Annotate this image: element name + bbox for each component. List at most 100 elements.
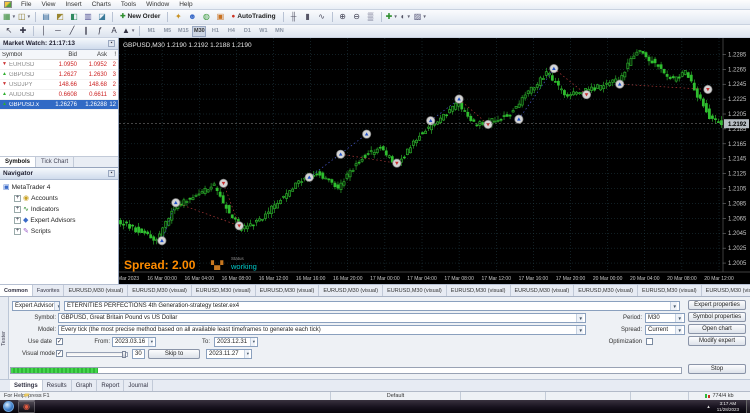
symbol-combo[interactable]: GBPUSD, Great Britain Pound vs US Dollar… bbox=[58, 313, 586, 323]
tester-tab-report[interactable]: Report bbox=[97, 380, 125, 391]
navigator-item-indicators[interactable]: + ∿ Indicators bbox=[14, 204, 118, 215]
data-window-button[interactable]: ◩ bbox=[53, 11, 67, 24]
menu-tools[interactable]: Tools bbox=[116, 0, 141, 9]
menu-help[interactable]: Help bbox=[174, 0, 197, 9]
chart-tab-4[interactable]: EURUSD,M30 (visual) bbox=[256, 285, 320, 296]
expert-properties-button[interactable]: Expert properties bbox=[688, 300, 746, 310]
channel-button[interactable]: ∥ bbox=[79, 25, 93, 38]
vertical-line-button[interactable]: │ bbox=[37, 25, 51, 38]
market-watch-tab-tick-chart[interactable]: Tick Chart bbox=[36, 157, 75, 167]
taskbar-clock[interactable]: 3:17 AM 11/28/2023 bbox=[713, 401, 743, 412]
expand-icon[interactable]: + bbox=[14, 195, 21, 202]
zoom-in-button[interactable]: ⊕ bbox=[336, 11, 350, 24]
line-chart-button[interactable]: ∿ bbox=[315, 11, 329, 24]
tray-expand-icon[interactable]: ▴ bbox=[707, 404, 710, 410]
chart-tab-9[interactable]: EURUSD,M30 (visual) bbox=[574, 285, 638, 296]
ea-type-select[interactable]: Expert Advisor▼ bbox=[12, 301, 60, 311]
new-chart-button[interactable]: ▦ ▼ bbox=[2, 11, 17, 24]
tester-tab-settings[interactable]: Settings bbox=[10, 380, 43, 391]
menu-file[interactable]: File bbox=[16, 0, 36, 9]
timeframe-h1[interactable]: H1 bbox=[208, 26, 222, 37]
metaeditor-button[interactable]: ✦ bbox=[171, 11, 185, 24]
navigator-tab-favorites[interactable]: Favorites bbox=[33, 285, 65, 296]
navigator-tab-common[interactable]: Common bbox=[0, 285, 33, 296]
autotrading-button[interactable]: ● AutoTrading bbox=[227, 11, 279, 24]
navigator-item-expert-advisors[interactable]: + ◆ Expert Advisors bbox=[14, 215, 118, 226]
chart-tab-6[interactable]: EURUSD,M30 (visual) bbox=[383, 285, 447, 296]
market-watch-row-audusd[interactable]: ▲ AUDUSD 0.6608 0.6611 3 bbox=[0, 90, 118, 100]
expand-icon[interactable]: + bbox=[14, 206, 21, 213]
period-combo[interactable]: M30 ▼ bbox=[645, 313, 685, 323]
panel-menu-icon[interactable]: ▪ bbox=[108, 170, 115, 177]
chart-window[interactable]: 1.2285 1.2265 1.2245 1.2225 1.2205 1.2185 1.21… bbox=[119, 38, 750, 284]
expand-icon[interactable]: + bbox=[14, 217, 21, 224]
column-symbol[interactable]: Symbol bbox=[0, 52, 46, 58]
navigator-root[interactable]: ▣ MetaTrader 4 bbox=[3, 182, 118, 193]
chart-tab-10[interactable]: EURUSD,M30 (visual) bbox=[638, 285, 702, 296]
chart-tab-11[interactable]: EURUSD,M30 (visual) bbox=[702, 285, 750, 296]
visual-speed-slider[interactable] bbox=[66, 351, 128, 358]
timeframe-d1[interactable]: D1 bbox=[240, 26, 254, 37]
text-button[interactable]: A bbox=[107, 25, 121, 38]
stop-button[interactable]: Stop bbox=[688, 364, 746, 374]
chart-tab-1[interactable]: EURUSD,M30 (visual) bbox=[64, 285, 129, 296]
skip-to-button[interactable]: Skip to bbox=[148, 349, 200, 359]
chart-tab-3[interactable]: EURUSD,M30 (visual) bbox=[192, 285, 256, 296]
horizontal-line-button[interactable]: ─ bbox=[51, 25, 65, 38]
profile-indicator[interactable]: Default bbox=[330, 392, 460, 400]
market-watch-row-usdjpy[interactable]: ▼ USDJPY 148.66 148.68 2 bbox=[0, 80, 118, 90]
bar-chart-button[interactable]: ╫ bbox=[287, 11, 301, 24]
visual-speed-value[interactable]: 30 bbox=[132, 349, 145, 359]
expand-icon[interactable]: + bbox=[14, 228, 21, 235]
navigator-item-scripts[interactable]: + ✎ Scripts bbox=[14, 226, 118, 237]
slider-thumb[interactable] bbox=[122, 351, 126, 358]
chart-tab-8[interactable]: EURUSD,M30 (visual) bbox=[511, 285, 575, 296]
tester-tab-journal[interactable]: Journal bbox=[124, 380, 154, 391]
cursor-button[interactable]: ↖ bbox=[2, 25, 16, 38]
column-ask[interactable]: Ask bbox=[77, 52, 107, 58]
from-date-field[interactable]: 2023.03.16 ▾ bbox=[112, 337, 156, 347]
timeframe-m30[interactable]: M30 bbox=[192, 25, 207, 37]
column-bid[interactable]: Bid bbox=[46, 52, 77, 58]
column-bang[interactable]: ! bbox=[107, 52, 117, 58]
trendline-button[interactable]: ╱ bbox=[65, 25, 79, 38]
use-date-checkbox[interactable]: ✓ bbox=[56, 338, 63, 345]
periods-button[interactable]: ◐ ▼ bbox=[399, 11, 413, 24]
expert-advisor-combo[interactable]: ETERNITIES PERFECTIONS 4th Generation-st… bbox=[64, 301, 680, 311]
menu-window[interactable]: Window bbox=[141, 0, 174, 9]
terminal-button[interactable]: ▥ bbox=[81, 11, 95, 24]
chart-tab-5[interactable]: EURUSD,M30 (visual) bbox=[319, 285, 384, 296]
to-date-field[interactable]: 2023.12.31 ▾ bbox=[214, 337, 258, 347]
market-watch-button[interactable]: ▤ bbox=[39, 11, 53, 24]
start-button[interactable] bbox=[3, 401, 14, 412]
chart-tab-7[interactable]: EURUSD,M30 (visual) bbox=[447, 285, 511, 296]
chart-tab-2[interactable]: EURUSD,M30 (visual) bbox=[128, 285, 192, 296]
market-watch-row-gbpusd.x[interactable]: ▲ GBPUSD.x 1.26276 1.26288 12 bbox=[0, 100, 118, 110]
symbol-properties-button[interactable]: Symbol properties bbox=[688, 312, 746, 322]
templates-button[interactable]: ▨ ▼ bbox=[413, 11, 428, 24]
spread-combo[interactable]: Current ▼ bbox=[645, 325, 685, 335]
market-button[interactable]: ▣ bbox=[213, 11, 227, 24]
show-desktop-button[interactable] bbox=[746, 400, 750, 413]
timeframe-mn[interactable]: MN bbox=[272, 26, 286, 37]
taskbar-chrome-icon[interactable]: ◉ bbox=[18, 400, 35, 413]
navigator-item-accounts[interactable]: + ◉ Accounts bbox=[14, 193, 118, 204]
new-order-button[interactable]: ✚ New Order bbox=[116, 11, 164, 24]
experts-button[interactable]: ☻ bbox=[185, 11, 199, 24]
tester-tab-results[interactable]: Results bbox=[43, 380, 72, 391]
timeframe-h4[interactable]: H4 bbox=[224, 26, 238, 37]
chart-canvas[interactable]: 1.22851.22651.22451.22251.22051.21851.21… bbox=[119, 38, 750, 284]
tester-side-tab[interactable]: Tester bbox=[0, 297, 9, 380]
zoom-out-button[interactable]: ⊖ bbox=[350, 11, 364, 24]
candlestick-button[interactable]: ▮ bbox=[301, 11, 315, 24]
menu-insert[interactable]: Insert bbox=[60, 0, 86, 9]
modify-expert-button[interactable]: Modify expert bbox=[688, 336, 746, 346]
community-button[interactable]: ◍ bbox=[199, 11, 213, 24]
menu-view[interactable]: View bbox=[36, 0, 60, 9]
fibonacci-button[interactable]: ƒ bbox=[93, 25, 107, 38]
skip-to-date-field[interactable]: 2023.11.27 ▾ bbox=[206, 349, 252, 359]
profiles-button[interactable]: ◫ ▼ bbox=[17, 11, 32, 24]
timeframe-w1[interactable]: W1 bbox=[256, 26, 270, 37]
tile-windows-button[interactable]: ▒ bbox=[364, 11, 378, 24]
arrows-button[interactable]: ▲ ▼ bbox=[121, 25, 136, 38]
